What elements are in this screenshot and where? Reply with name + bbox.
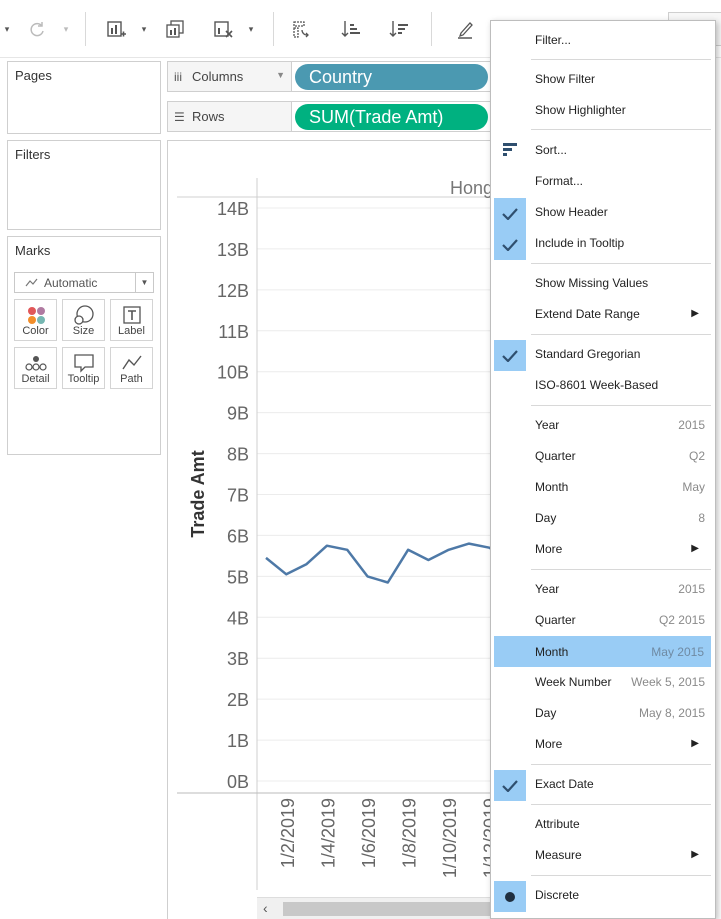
menu-sort[interactable]: Sort... — [491, 136, 715, 164]
y-tick-label: 11B — [218, 322, 249, 342]
menu-exact-date[interactable]: Exact Date — [491, 770, 715, 801]
menu-measure[interactable]: Measure ▶ — [491, 841, 715, 869]
menu-month2-value: May 2015 — [651, 645, 704, 659]
menu-standard-gregorian[interactable]: Standard Gregorian — [491, 340, 715, 371]
menu-more-part[interactable]: More ▶ — [491, 535, 715, 563]
submenu-arrow-icon: ▶ — [691, 308, 699, 319]
menu-show-missing-label: Show Missing Values — [535, 276, 649, 290]
y-tick-label: 12B — [217, 281, 249, 301]
menu-more2-label: More — [535, 737, 563, 751]
y-axis-title: Trade Amt — [188, 450, 208, 537]
menu-year-value[interactable]: Year 2015 — [491, 575, 715, 603]
y-tick-label: 2B — [227, 690, 249, 710]
menu-year1-value: 2015 — [678, 418, 705, 432]
menu-exact-date-label: Exact Date — [535, 777, 594, 791]
x-tick-label: 1/4/2019 — [319, 798, 339, 868]
menu-show-filter-label: Show Filter — [535, 72, 596, 86]
x-tick-label: 1/8/2019 — [400, 798, 420, 868]
menu-show-filter[interactable]: Show Filter — [491, 65, 715, 93]
menu-show-highlighter-label: Show Highlighter — [535, 103, 626, 117]
menu-extend-date-label: Extend Date Range — [535, 307, 640, 321]
menu-attribute-label: Attribute — [535, 817, 580, 831]
pane-header-text: Hong — [450, 178, 493, 198]
menu-year-part[interactable]: Year 2015 — [491, 411, 715, 439]
menu-more-value[interactable]: More ▶ — [491, 730, 715, 758]
menu-show-header-label: Show Header — [535, 205, 608, 219]
menu-year1-label: Year — [535, 418, 560, 432]
menu-include-tooltip-label: Include in Tooltip — [535, 236, 625, 250]
scrollbar-thumb[interactable] — [283, 902, 497, 916]
menu-month1-value: May — [682, 480, 705, 494]
menu-month-value[interactable]: Month May 2015 — [494, 636, 711, 667]
menu-show-missing-values[interactable]: Show Missing Values — [491, 269, 715, 297]
checkmark-icon — [494, 198, 526, 229]
checkmark-icon — [494, 229, 526, 260]
menu-measure-label: Measure — [535, 848, 582, 862]
menu-month1-label: Month — [535, 480, 569, 494]
menu-week2-label: Week Number — [535, 675, 612, 689]
checkmark-icon — [494, 340, 526, 371]
menu-include-tooltip[interactable]: Include in Tooltip — [491, 229, 715, 260]
y-tick-label: 10B — [217, 363, 249, 383]
menu-month-part[interactable]: Month May — [491, 473, 715, 501]
menu-show-header[interactable]: Show Header — [491, 198, 715, 229]
menu-day-value[interactable]: Day May 8, 2015 — [491, 699, 715, 727]
checkmark-icon — [494, 770, 526, 801]
menu-day1-label: Day — [535, 511, 557, 525]
bullet-icon — [494, 881, 526, 912]
y-tick-label: 6B — [227, 526, 249, 546]
menu-discrete[interactable]: Discrete — [491, 881, 715, 912]
menu-sort-label: Sort... — [535, 143, 568, 157]
menu-day2-value: May 8, 2015 — [638, 706, 705, 720]
y-tick-label: 0B — [227, 772, 249, 792]
x-tick-label: 1/6/2019 — [359, 798, 379, 868]
menu-format-label: Format... — [535, 174, 584, 188]
y-tick-label: 13B — [217, 240, 249, 260]
menu-iso-week-label: ISO-8601 Week-Based — [535, 378, 659, 392]
x-tick-label: 1/10/2019 — [440, 798, 460, 878]
menu-std-gregorian-label: Standard Gregorian — [535, 347, 641, 361]
x-tick-label: 1/2/2019 — [278, 798, 298, 868]
menu-year2-label: Year — [535, 582, 560, 596]
submenu-arrow-icon: ▶ — [691, 543, 699, 554]
menu-day-part[interactable]: Day 8 — [491, 504, 715, 532]
menu-iso-week[interactable]: ISO-8601 Week-Based — [491, 371, 715, 399]
menu-show-highlighter[interactable]: Show Highlighter — [491, 96, 715, 124]
menu-quarter1-value: Q2 — [688, 449, 705, 463]
horizontal-scrollbar[interactable]: ‹ — [257, 897, 497, 919]
menu-quarter1-label: Quarter — [535, 449, 576, 463]
menu-format[interactable]: Format... — [491, 167, 715, 195]
scroll-left-icon[interactable]: ‹ — [263, 900, 268, 916]
menu-discrete-label: Discrete — [535, 888, 580, 902]
submenu-arrow-icon: ▶ — [691, 738, 699, 749]
y-tick-label: 4B — [227, 608, 249, 628]
submenu-arrow-icon: ▶ — [691, 849, 699, 860]
menu-day2-label: Day — [535, 706, 557, 720]
sort-icon — [503, 143, 519, 160]
y-tick-label: 9B — [227, 404, 249, 424]
menu-more1-label: More — [535, 542, 563, 556]
field-context-menu: Filter... Show Filter Show Highlighter S… — [490, 20, 716, 919]
menu-attribute[interactable]: Attribute — [491, 810, 715, 838]
menu-week-number[interactable]: Week Number Week 5, 2015 — [491, 668, 715, 696]
y-tick-label: 3B — [227, 649, 249, 669]
menu-quarter-value[interactable]: Quarter Q2 2015 — [491, 606, 715, 634]
menu-week2-value: Week 5, 2015 — [631, 675, 705, 689]
menu-quarter2-label: Quarter — [535, 613, 576, 627]
y-tick-label: 5B — [227, 567, 249, 587]
y-tick-label: 7B — [227, 486, 249, 506]
y-tick-label: 8B — [227, 445, 249, 465]
menu-filter-label: Filter... — [535, 33, 572, 47]
y-tick-label: 14B — [217, 199, 249, 219]
y-tick-label: 1B — [227, 731, 249, 751]
menu-filter[interactable]: Filter... — [491, 26, 715, 54]
menu-month2-label: Month — [535, 645, 569, 659]
menu-quarter-part[interactable]: Quarter Q2 — [491, 442, 715, 470]
menu-extend-date-range[interactable]: Extend Date Range ▶ — [491, 300, 715, 328]
menu-quarter2-value: Q2 2015 — [658, 613, 705, 627]
menu-year2-value: 2015 — [678, 582, 705, 596]
menu-day1-value: 8 — [698, 511, 705, 525]
